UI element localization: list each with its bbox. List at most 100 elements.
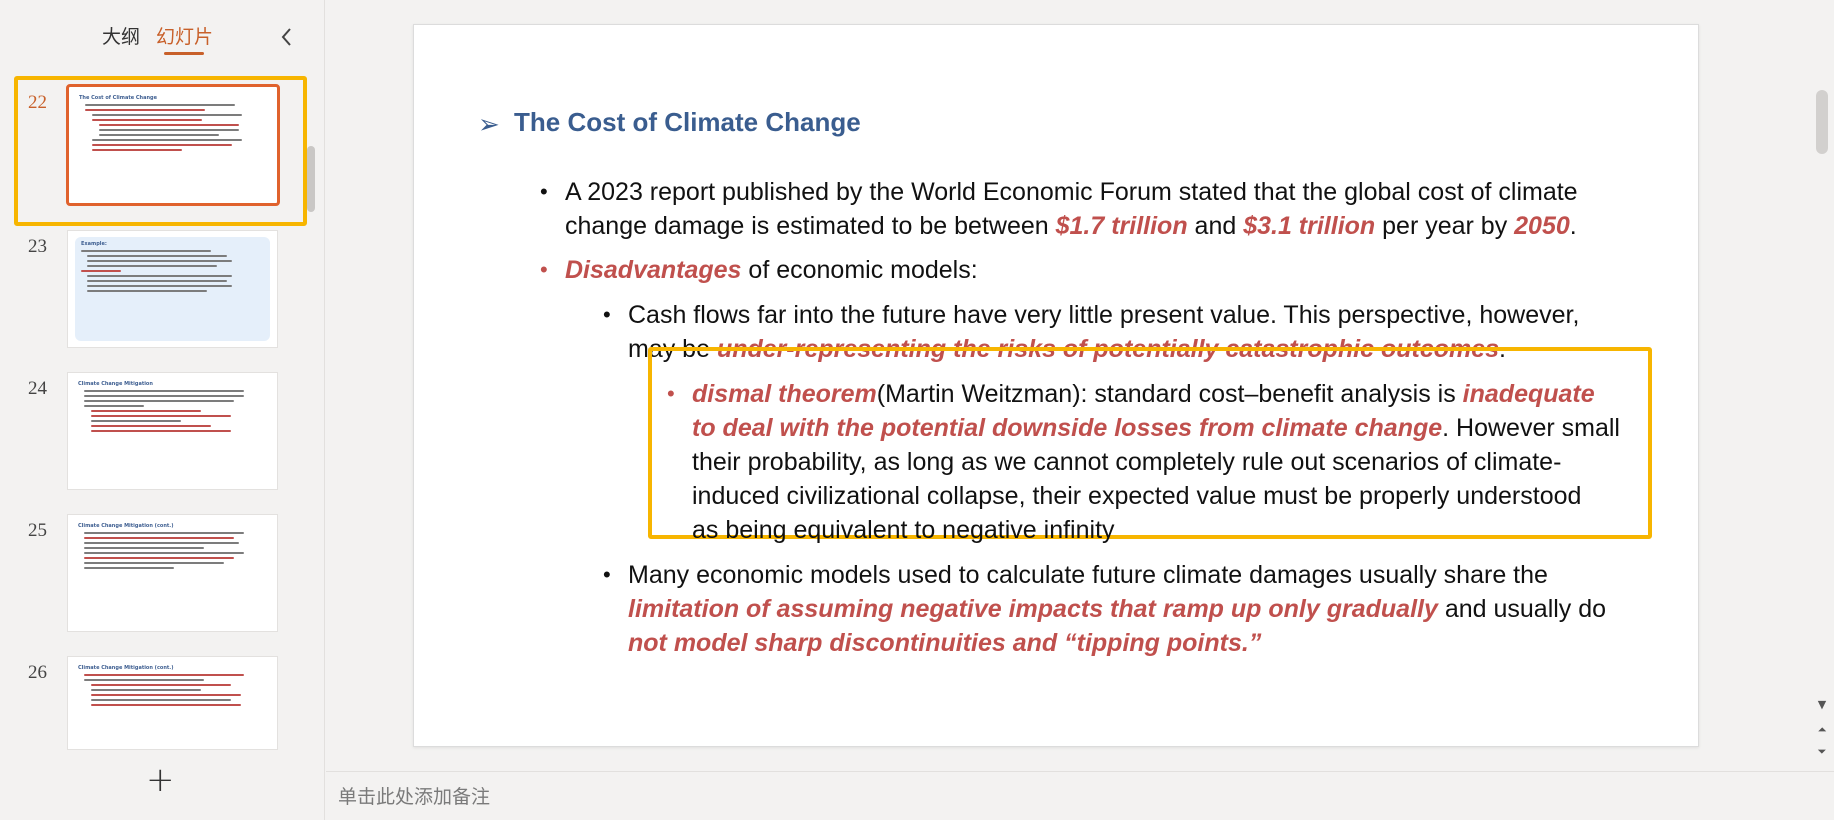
scroll-down-icon[interactable]: ▼ [1813, 697, 1831, 713]
thumbnail-line [84, 405, 144, 407]
thumbnail-line [81, 250, 211, 252]
thumbnail-line [99, 129, 239, 131]
thumbnail-line [84, 674, 244, 676]
previous-slide-icon[interactable]: ⏶ [1813, 722, 1831, 738]
text-run: Many economic models used to calculate f… [628, 561, 1548, 589]
thumbnail-line [91, 684, 231, 686]
emphasis-text: not model sharp discontinuities and “tip… [628, 629, 1262, 657]
slide-canvas[interactable]: ➢ The Cost of Climate Change • A 2023 re… [413, 24, 1699, 747]
slide-title[interactable]: The Cost of Climate Change [514, 107, 861, 138]
thumbnail-line [91, 699, 231, 701]
slide-number: 24 [28, 378, 47, 399]
text-run: and usually do [1437, 595, 1607, 623]
thumbnail-line [91, 704, 241, 706]
text-line[interactable]: A 2023 report published by the World Eco… [565, 175, 1578, 209]
text-run: (Martin Weitzman): standard cost–benefit… [876, 380, 1463, 408]
thumbnail-line [84, 547, 204, 549]
thumbnail-line [91, 430, 231, 432]
thumbnail-line [84, 400, 234, 402]
thumbnail-line [84, 552, 244, 554]
text-line[interactable]: change damage is estimated to be between… [565, 209, 1577, 243]
text-run: of economic models: [741, 256, 978, 284]
thumbnail-line [91, 420, 181, 422]
slide-thumbnail[interactable]: The Cost of Climate Change [66, 84, 280, 206]
emphasis-text: 2050 [1514, 212, 1570, 240]
thumbnail-line [84, 542, 239, 544]
thumbnail-line [92, 114, 242, 116]
text-run: and [1187, 212, 1244, 240]
slide-thumbnail[interactable]: Climate Change Mitigation (cont.) [67, 656, 278, 750]
thumbnail-title: Climate Change Mitigation [78, 381, 153, 387]
thumbnail-content-box: Example: [75, 237, 270, 341]
slide-thumbnail[interactable]: Climate Change Mitigation [67, 372, 278, 490]
notes-pane[interactable]: 单击此处添加备注 [326, 771, 1834, 820]
thumbnail-line [84, 567, 174, 569]
text-line[interactable]: to deal with the potential downside loss… [692, 411, 1620, 445]
emphasis-text: $1.7 trillion [1055, 212, 1188, 240]
chevron-left-icon[interactable] [278, 26, 296, 48]
thumbnail-line [92, 139, 242, 141]
text-line[interactable]: their probability, as long as we cannot … [692, 445, 1561, 479]
next-slide-icon[interactable]: ⏷ [1813, 744, 1831, 760]
panel-scrollbar[interactable] [307, 146, 315, 212]
slides-panel: 大纲 幻灯片 22 The Cost of Climate Change 23 … [0, 0, 325, 820]
thumbnail-line [84, 679, 204, 681]
thumbnail-line [84, 557, 234, 559]
text-line[interactable]: Many economic models used to calculate f… [628, 558, 1548, 592]
notes-placeholder[interactable]: 单击此处添加备注 [338, 782, 490, 809]
thumbnail-line [92, 144, 232, 146]
text-line[interactable]: induced civilizational collapse, their e… [692, 479, 1581, 513]
thumbnail-title: Climate Change Mitigation (cont.) [78, 523, 174, 529]
text-line[interactable]: as being equivalent to negative infinity [692, 513, 1115, 547]
emphasis-text: $3.1 trillion [1243, 212, 1376, 240]
thumbnail-line [99, 124, 239, 126]
tab-outline[interactable]: 大纲 [102, 22, 140, 49]
thumbnail-line [87, 275, 232, 277]
emphasis-text: inadequate [1462, 380, 1595, 408]
arrow-bullet-icon: ➢ [478, 109, 500, 139]
slide-number: 22 [28, 92, 47, 113]
tab-slides[interactable]: 幻灯片 [156, 22, 213, 49]
text-line[interactable]: limitation of assuming negative impacts … [628, 592, 1606, 626]
bullet-icon: • [603, 562, 611, 587]
text-run: Cash flows far into the future have very… [628, 301, 1580, 329]
thumbnail-line [84, 537, 234, 539]
thumbnail-line [91, 689, 201, 691]
thumbnail-line [84, 390, 244, 392]
text-line[interactable]: not model sharp discontinuities and “tip… [628, 626, 1261, 660]
emphasis-text: to deal with the potential downside loss… [692, 414, 1443, 442]
editor-scroll-thumb[interactable] [1816, 90, 1828, 154]
thumbnail-line [85, 104, 235, 106]
slide-number: 26 [28, 662, 47, 683]
active-tab-indicator [164, 52, 204, 55]
text-run: A 2023 report published by the World Eco… [565, 178, 1578, 206]
thumbnail-line [91, 425, 211, 427]
thumbnail-line [87, 260, 232, 262]
thumbnail-line [87, 255, 227, 257]
slide-thumbnail[interactable]: Example: [67, 230, 278, 348]
thumbnail-line [92, 119, 202, 121]
slide-thumbnail[interactable]: Climate Change Mitigation (cont.) [67, 514, 278, 632]
text-run: . [1569, 212, 1577, 240]
bullet-icon: • [603, 302, 611, 327]
text-run: . However small [1442, 414, 1620, 442]
thumbnail-line [84, 395, 244, 397]
thumbnail-line [87, 280, 227, 282]
thumbnail-line [91, 415, 231, 417]
thumbnail-title: Example: [81, 241, 107, 247]
thumbnail-line [87, 265, 217, 267]
text-line[interactable]: Disadvantages of economic models: [565, 253, 978, 287]
thumbnail-line [91, 410, 201, 412]
slide-content: ➢ The Cost of Climate Change • A 2023 re… [414, 25, 1698, 746]
thumbnail-line [87, 290, 207, 292]
thumbnail-line [85, 109, 205, 111]
thumbnail-line [81, 270, 121, 272]
text-run: induced civilizational collapse, their e… [692, 482, 1582, 510]
thumbnail-line [84, 532, 244, 534]
add-slide-button[interactable]: + [146, 763, 175, 797]
thumbnail-title: Climate Change Mitigation (cont.) [78, 665, 174, 671]
text-line[interactable]: Cash flows far into the future have very… [628, 298, 1579, 332]
thumbnail-line [91, 694, 241, 696]
bullet-icon: • [540, 179, 548, 204]
text-line[interactable]: dismal theorem(Martin Weitzman): standar… [692, 377, 1595, 411]
